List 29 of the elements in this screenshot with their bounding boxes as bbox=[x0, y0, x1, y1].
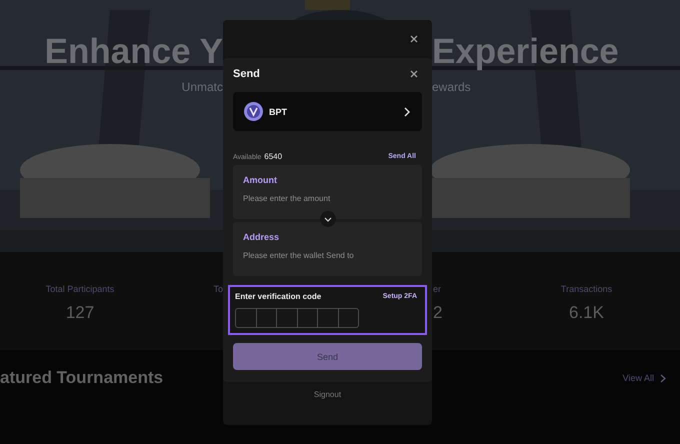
chevron-right-icon bbox=[404, 106, 410, 116]
stat-label: er bbox=[433, 284, 442, 294]
available-balance: 6540 bbox=[264, 152, 282, 160]
code-input[interactable] bbox=[235, 308, 359, 328]
close-icon[interactable] bbox=[410, 35, 418, 43]
address-input[interactable]: Please enter the wallet Send to bbox=[243, 251, 413, 260]
dialog-title: Send bbox=[233, 68, 260, 80]
chevron-right-icon bbox=[660, 374, 666, 382]
field-label: Amount bbox=[243, 175, 278, 185]
token-logo-icon bbox=[244, 102, 263, 121]
close-icon[interactable] bbox=[410, 70, 418, 78]
signout-link[interactable]: Signout bbox=[314, 390, 342, 399]
stat-label: Transactions bbox=[560, 284, 612, 294]
hero-subtitle: ewards bbox=[432, 80, 472, 94]
stat-value: 127 bbox=[66, 303, 94, 323]
hero-subtitle: Unmatc bbox=[180, 80, 223, 94]
stat-value: 2 bbox=[433, 303, 442, 323]
hero-title: Enhance Y bbox=[44, 32, 223, 72]
field-label: Address bbox=[243, 232, 280, 242]
section-title: atured Tournaments bbox=[0, 368, 164, 388]
token-name: BPT bbox=[269, 106, 288, 116]
amount-input[interactable]: Please enter the amount bbox=[243, 194, 413, 203]
stat-label: To bbox=[213, 284, 223, 294]
hero-title: Experience bbox=[432, 32, 620, 72]
stat-label: Total Participants bbox=[46, 284, 114, 294]
chevron-down-icon[interactable] bbox=[320, 211, 336, 227]
verification-label: Enter verification code bbox=[235, 292, 322, 300]
stat-value: 6.1K bbox=[569, 303, 604, 323]
token-selector[interactable]: BPT bbox=[233, 92, 422, 131]
